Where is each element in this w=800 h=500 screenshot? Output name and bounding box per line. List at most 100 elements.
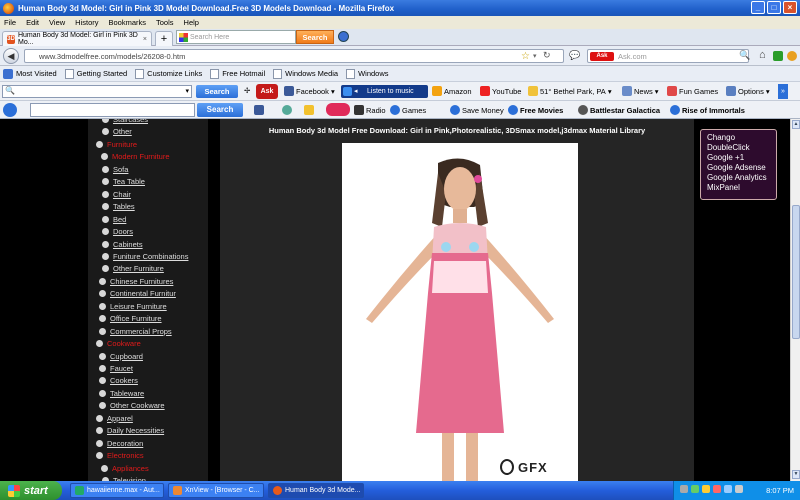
scroll-down-icon[interactable]: ▼ bbox=[792, 470, 800, 479]
bookmark-windows[interactable]: Windows bbox=[346, 68, 389, 79]
rise-button[interactable]: Rise of Immortals bbox=[670, 105, 745, 115]
bookmark-getting-started[interactable]: Getting Started bbox=[64, 68, 127, 79]
menu-edit[interactable]: Edit bbox=[26, 18, 39, 27]
bookmark-most-visited[interactable]: Most Visited bbox=[3, 68, 57, 79]
sidebar-item[interactable]: Cabinets bbox=[102, 240, 143, 249]
radio-button[interactable]: Radio bbox=[354, 105, 386, 115]
tab-search-button[interactable]: Search bbox=[296, 30, 334, 44]
vertical-scrollbar[interactable]: ▲ ▼ bbox=[790, 119, 800, 481]
amazon-button[interactable]: Amazon bbox=[432, 86, 472, 96]
search-magnifier-icon[interactable]: 🔍 bbox=[739, 50, 750, 61]
dropdown-icon[interactable]: ▾ bbox=[533, 52, 537, 60]
lock-icon[interactable] bbox=[282, 105, 292, 115]
sidebar-item[interactable]: Appliances bbox=[101, 464, 149, 473]
volume-icon[interactable] bbox=[735, 485, 743, 493]
bookmark-customize-links[interactable]: Customize Links bbox=[135, 68, 202, 79]
sidebar-item[interactable]: Tableware bbox=[99, 389, 144, 398]
toolbar-logo-icon[interactable] bbox=[3, 103, 17, 117]
sidebar-item[interactable]: Cookware bbox=[96, 339, 141, 348]
tab-close-icon[interactable]: × bbox=[143, 36, 147, 43]
tray-icon[interactable] bbox=[680, 485, 688, 493]
back-icon[interactable]: ◀ bbox=[3, 48, 19, 64]
facebook-icon[interactable] bbox=[254, 105, 264, 115]
sidebar-item[interactable]: Other Cookware bbox=[99, 401, 165, 410]
close-window-button[interactable]: × bbox=[783, 1, 797, 14]
menu-help[interactable]: Help bbox=[184, 18, 199, 27]
sidebar-item[interactable]: Funiture Combinations bbox=[102, 252, 188, 261]
url-input[interactable]: www.3dmodelfree.com/models/26208-0.htm bbox=[24, 49, 564, 63]
sidebar-item[interactable]: Modern Furniture bbox=[101, 152, 170, 161]
play-icon[interactable] bbox=[343, 87, 352, 96]
sidebar-item[interactable]: Daily Necessities bbox=[96, 426, 164, 435]
sidebar-item[interactable]: Chinese Furnitures bbox=[99, 277, 173, 286]
sidebar-item[interactable]: Other Furniture bbox=[102, 264, 164, 273]
options-button[interactable]: Options ▾ bbox=[726, 86, 770, 96]
menu-bookmarks[interactable]: Bookmarks bbox=[109, 18, 147, 27]
news-button[interactable]: News ▾ bbox=[622, 86, 659, 96]
taskbar-item-xnview[interactable]: XnView - [Browser - C... bbox=[168, 483, 264, 498]
maximize-button[interactable]: □ bbox=[767, 1, 781, 14]
scroll-up-icon[interactable]: ▲ bbox=[792, 120, 800, 129]
home-icon[interactable]: ⌂ bbox=[759, 49, 766, 61]
ask-button-icon[interactable]: Ask bbox=[256, 84, 278, 99]
sidebar-item[interactable]: Tables bbox=[102, 202, 135, 211]
taskbar-item-firefox[interactable]: Human Body 3d Mode... bbox=[268, 483, 364, 498]
sidebar-item[interactable]: Decoration bbox=[96, 439, 143, 448]
sidebar-item[interactable]: Furniture bbox=[96, 140, 137, 149]
settings-icon[interactable]: ✢ bbox=[244, 86, 250, 95]
listen-to-music-widget[interactable]: ◂ Listen to music bbox=[341, 85, 428, 98]
scrollbar-thumb[interactable] bbox=[792, 205, 800, 339]
heart-icon[interactable] bbox=[326, 103, 350, 116]
tab-active[interactable]: 3D Human Body 3d Model: Girl in Pink 3D … bbox=[2, 31, 152, 46]
sidebar-item[interactable]: Staircases bbox=[102, 119, 148, 124]
toolbar2-search-button[interactable]: Search bbox=[197, 103, 243, 117]
reload-icon[interactable]: ↻ bbox=[543, 50, 551, 61]
toolbar-search-input[interactable]: 🔍 ▾ bbox=[2, 85, 192, 98]
minimize-button[interactable]: _ bbox=[751, 1, 765, 14]
addon2-icon[interactable] bbox=[787, 51, 797, 61]
save-money-button[interactable]: Save Money bbox=[450, 105, 504, 115]
bookmark-star-icon[interactable]: ☆ bbox=[521, 51, 530, 62]
speech-bubble-icon[interactable]: 💬 bbox=[569, 50, 580, 61]
battlestar-button[interactable]: Battlestar Galactica bbox=[578, 105, 660, 115]
dropdown-icon[interactable]: ▾ bbox=[185, 87, 189, 95]
volume-icon[interactable]: ◂ bbox=[354, 85, 358, 98]
toolbar-search-button[interactable]: Search bbox=[196, 85, 238, 98]
mail-icon[interactable] bbox=[304, 105, 314, 115]
bookmark-windows-media[interactable]: Windows Media bbox=[273, 68, 338, 79]
sidebar-item[interactable]: Chair bbox=[102, 190, 131, 199]
toolbar2-search-input[interactable] bbox=[30, 103, 195, 117]
sidebar-item[interactable]: Bed bbox=[102, 215, 126, 224]
bookmark-free-hotmail[interactable]: Free Hotmail bbox=[210, 68, 265, 79]
weather-button[interactable]: 51° Bethel Park, PA ▾ bbox=[528, 86, 612, 96]
sidebar-item[interactable]: Electronics bbox=[96, 451, 144, 460]
menu-file[interactable]: File bbox=[4, 18, 16, 27]
tray-icon[interactable] bbox=[691, 485, 699, 493]
sidebar-item[interactable]: Office Furniture bbox=[99, 314, 162, 323]
sidebar-item[interactable]: Commercial Props bbox=[99, 327, 172, 336]
menu-history[interactable]: History bbox=[75, 18, 98, 27]
window-title-bar[interactable]: Human Body 3d Model: Girl in Pink 3D Mod… bbox=[0, 0, 800, 16]
tray-icon[interactable] bbox=[702, 485, 710, 493]
taskbar-item-autodesk[interactable]: hawaiienne.max - Aut... bbox=[70, 483, 164, 498]
youtube-button[interactable]: YouTube bbox=[480, 86, 521, 96]
free-movies-button[interactable]: Free Movies bbox=[508, 105, 563, 115]
sidebar-item[interactable]: Sofa bbox=[102, 165, 128, 174]
sidebar-item[interactable]: Leisure Furniture bbox=[99, 302, 167, 311]
sidebar-item[interactable]: Doors bbox=[102, 227, 133, 236]
sidebar-item[interactable]: Other bbox=[102, 127, 132, 136]
sidebar-item[interactable]: Cookers bbox=[99, 376, 138, 385]
sidebar-item[interactable]: Tea Table bbox=[102, 177, 145, 186]
sidebar-item[interactable]: Cupboard bbox=[99, 352, 143, 361]
addon-icon[interactable] bbox=[773, 51, 783, 61]
sidebar-item[interactable]: Continental Furnitur bbox=[99, 289, 176, 298]
facebook-button[interactable]: Facebook ▾ bbox=[284, 86, 335, 96]
tray-icon[interactable] bbox=[713, 485, 721, 493]
tab-search-input[interactable]: Search Here bbox=[176, 30, 296, 44]
start-button[interactable]: start bbox=[0, 481, 62, 500]
games-button[interactable]: Games bbox=[390, 105, 426, 115]
menu-view[interactable]: View bbox=[49, 18, 65, 27]
fun-games-button[interactable]: Fun Games bbox=[667, 86, 718, 96]
sidebar-item[interactable]: Faucet bbox=[99, 364, 133, 373]
overflow-chevron-icon[interactable]: » bbox=[778, 84, 788, 99]
